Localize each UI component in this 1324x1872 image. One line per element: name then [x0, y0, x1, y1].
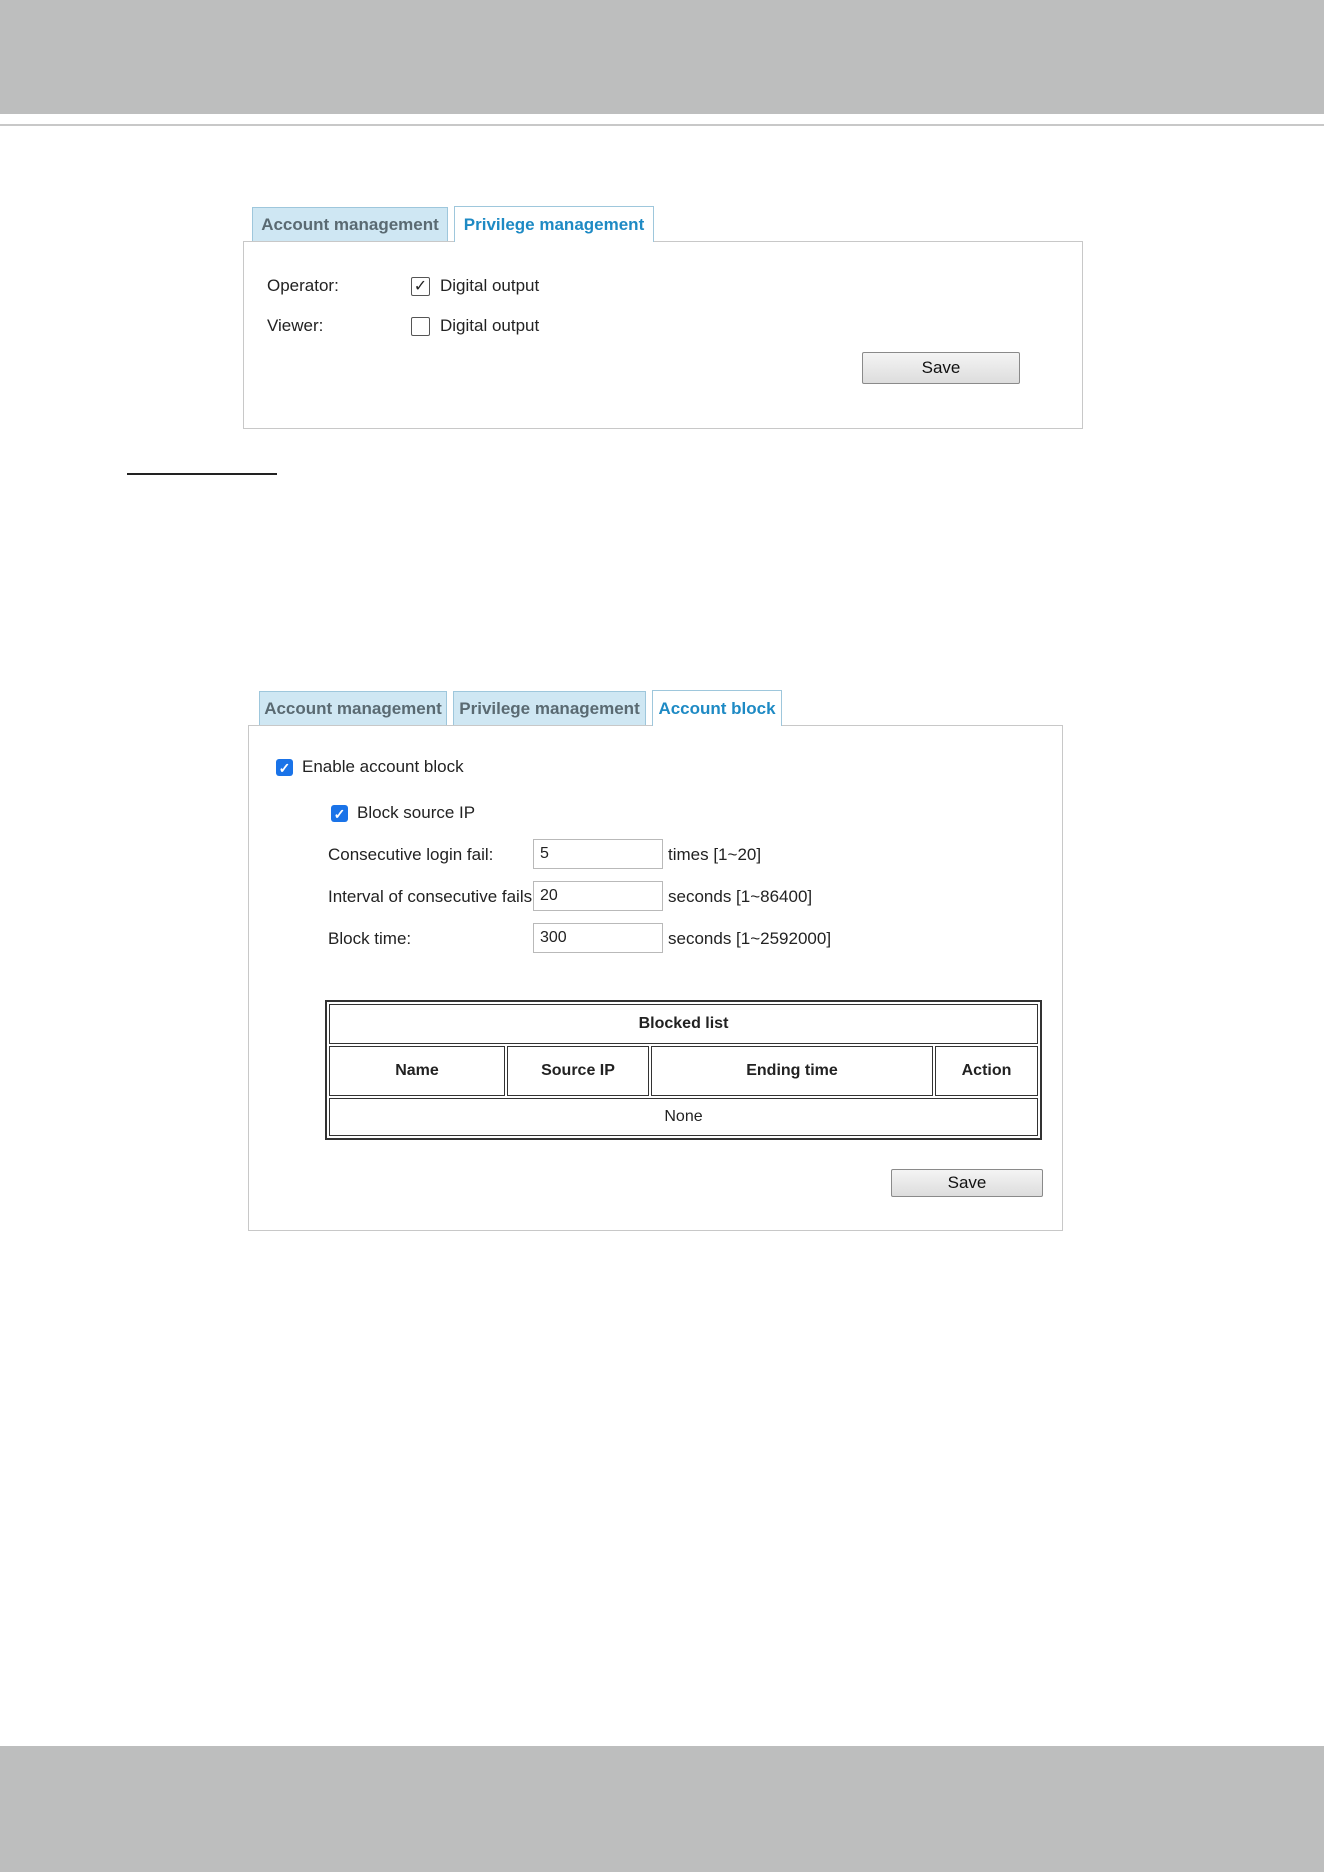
enable-account-block-label: Enable account block — [302, 757, 464, 776]
interval-consecutive-fails-input[interactable] — [533, 881, 663, 911]
privilege-panel — [243, 241, 1083, 429]
consecutive-login-fail-hint: times [1~20] — [668, 845, 762, 864]
table-header-row: Name Source IP Ending time Action — [329, 1046, 1038, 1096]
account-block-panel — [248, 725, 1063, 1231]
column-header-ending-time: Ending time — [651, 1046, 933, 1096]
column-header-name: Name — [329, 1046, 505, 1096]
operator-digital-output-checkbox[interactable]: ✓ — [411, 277, 430, 296]
tab-privilege-management[interactable]: Privilege management — [454, 206, 654, 242]
blocked-list-table: Blocked list Name Source IP Ending time … — [325, 1000, 1042, 1140]
viewer-digital-output-label: Digital output — [440, 316, 540, 335]
account-block-save-button[interactable]: Save — [891, 1169, 1043, 1197]
tab-account-management[interactable]: Account management — [252, 207, 448, 241]
checkmark-icon: ✓ — [333, 805, 346, 822]
header-divider — [0, 124, 1324, 126]
block-source-ip-label: Block source IP — [357, 803, 476, 822]
privilege-save-button[interactable]: Save — [862, 352, 1020, 384]
tab-account-block[interactable]: Account block — [652, 690, 782, 726]
column-header-action: Action — [935, 1046, 1038, 1096]
enable-account-block-checkbox[interactable]: ✓ — [276, 759, 293, 776]
interval-consecutive-fails-hint: seconds [1~86400] — [668, 887, 813, 906]
tab-privilege-management[interactable]: Privilege management — [453, 691, 646, 725]
viewer-digital-output-checkbox[interactable] — [411, 317, 430, 336]
page-header-band — [0, 0, 1324, 114]
section-heading-underline — [127, 473, 277, 475]
consecutive-login-fail-input[interactable] — [533, 839, 663, 869]
operator-label: Operator: — [267, 276, 339, 295]
checkmark-icon: ✓ — [413, 277, 428, 295]
blocked-list-empty: None — [329, 1098, 1038, 1136]
operator-digital-output-label: Digital output — [440, 276, 540, 295]
tab-account-management[interactable]: Account management — [259, 691, 447, 725]
consecutive-login-fail-label: Consecutive login fail: — [328, 845, 494, 864]
table-row: None — [329, 1098, 1038, 1136]
viewer-label: Viewer: — [267, 316, 324, 335]
block-time-hint: seconds [1~2592000] — [668, 929, 832, 948]
checkmark-icon: ✓ — [278, 759, 291, 776]
interval-consecutive-fails-label: Interval of consecutive fails: — [328, 887, 537, 906]
block-time-input[interactable] — [533, 923, 663, 953]
block-time-label: Block time: — [328, 929, 412, 948]
block-source-ip-checkbox[interactable]: ✓ — [331, 805, 348, 822]
column-header-source-ip: Source IP — [507, 1046, 649, 1096]
page-footer-band — [0, 1746, 1324, 1872]
blocked-list-title: Blocked list — [329, 1004, 1038, 1044]
